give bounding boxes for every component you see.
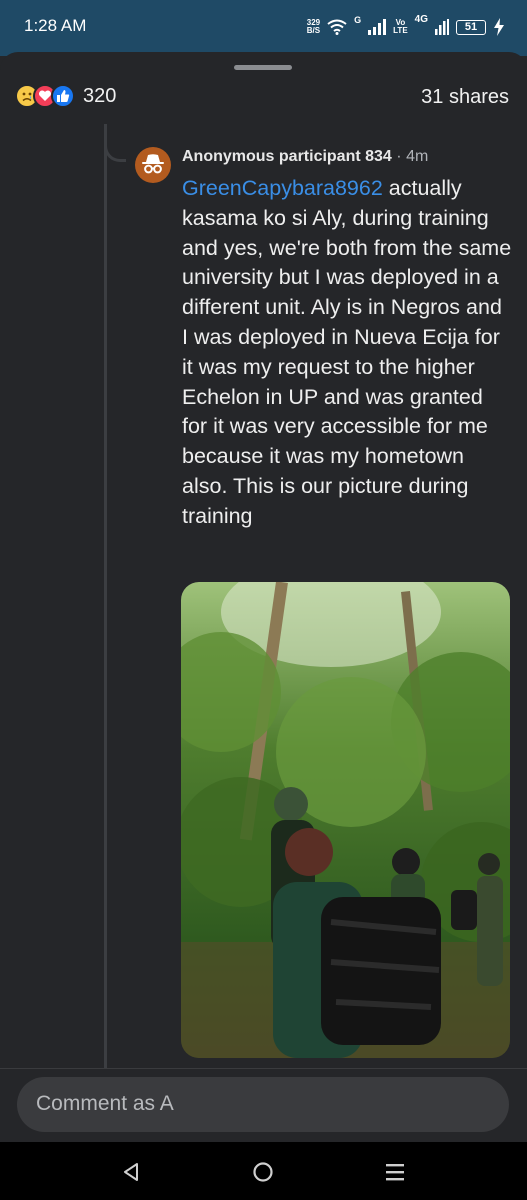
net-speed: 329 B/S	[307, 19, 320, 35]
recents-button[interactable]	[378, 1155, 412, 1189]
network-4g-label: 4G	[414, 14, 428, 25]
volte-label: Vo LTE	[393, 19, 408, 35]
net-speed-unit: B/S	[306, 26, 321, 35]
comment-text: GreenCapybara8962 actually kasama ko si …	[182, 174, 512, 532]
home-button[interactable]	[246, 1155, 280, 1189]
comment-header: Anonymous participant 834 · 4m	[182, 148, 428, 166]
home-icon	[253, 1162, 273, 1182]
thread-line	[104, 124, 107, 1072]
wifi-icon	[327, 19, 347, 35]
reaction-summary[interactable]: 320	[15, 84, 116, 108]
back-icon	[124, 1163, 138, 1181]
signal-icon	[368, 19, 387, 35]
signal-icon	[435, 19, 449, 35]
like-reaction-icon	[51, 84, 75, 108]
comment-separator: ·	[396, 148, 402, 165]
comment-input-placeholder: Comment as A	[36, 1092, 174, 1115]
comments-sheet: 320 31 shares Anonymous participant 834 …	[0, 52, 527, 1142]
battery-indicator: 51	[456, 19, 486, 35]
system-nav-bar	[0, 1142, 527, 1200]
shares-count[interactable]: 31 shares	[421, 86, 509, 109]
thread-connector	[104, 124, 126, 162]
network-g-label: G	[354, 15, 362, 25]
recents-icon	[386, 1164, 404, 1181]
comment-photo[interactable]	[181, 582, 510, 1058]
reaction-count: 320	[83, 84, 117, 107]
sheet-drag-handle[interactable]	[234, 65, 292, 70]
comment-input[interactable]: Comment as A	[17, 1077, 509, 1132]
comment-body-text: actually kasama ko si Aly, during traini…	[182, 176, 512, 528]
incognito-icon	[142, 154, 164, 174]
status-time: 1:28 AM	[24, 16, 87, 35]
volte-bottom: LTE	[393, 26, 408, 35]
comment-time: 4m	[406, 148, 429, 165]
avatar[interactable]	[135, 147, 171, 183]
charging-icon	[494, 18, 504, 36]
back-button[interactable]	[114, 1155, 148, 1189]
author-name[interactable]: Anonymous participant 834	[182, 148, 392, 165]
status-bar: 1:28 AM 329 B/S G Vo LTE 4G 51	[0, 0, 527, 56]
user-mention[interactable]: GreenCapybara8962	[182, 176, 383, 200]
status-icons: 329 B/S G Vo LTE 4G 51	[307, 13, 505, 41]
